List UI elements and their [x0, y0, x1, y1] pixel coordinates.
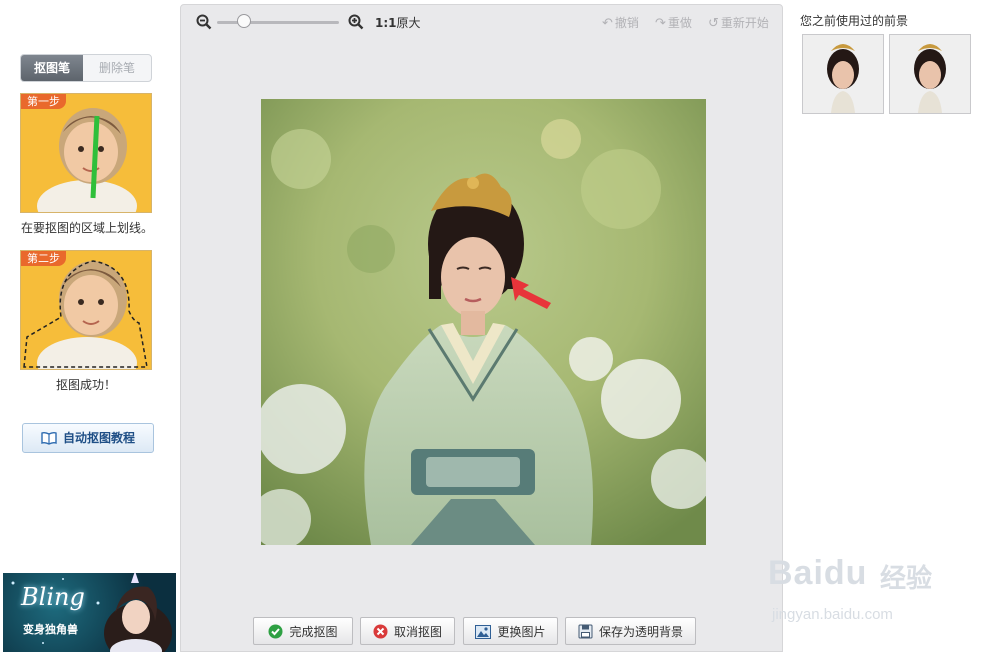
watermark-url: jingyan.baidu.com: [772, 606, 893, 623]
image-icon: [475, 625, 492, 639]
step2-text: 抠图成功！: [56, 378, 117, 392]
undo-label: 撤销: [614, 16, 639, 30]
watermark-cn: 经验: [880, 564, 933, 594]
original-size-label: 原大: [396, 16, 421, 30]
original-size-ratio: 1:1: [375, 16, 397, 30]
step2-badge: 第二步: [21, 251, 66, 266]
original-size-button[interactable]: 1:1原大: [375, 14, 421, 31]
previous-foregrounds-title: 您之前使用过的前景: [800, 14, 909, 28]
previous-foreground-thumbnail[interactable]: [802, 34, 884, 114]
watermark-logo: Baidu: [768, 554, 868, 592]
finish-cutout-button[interactable]: 完成抠图: [253, 617, 353, 645]
redo-label: 重做: [667, 16, 692, 30]
save-transparent-button[interactable]: 保存为透明背景: [565, 617, 696, 645]
left-panel: 抠图笔 删除笔 第一步 在要抠图的区域上划线。 第二步 抠图成功！ 自动抠图教程…: [0, 0, 180, 652]
zoom-slider-track[interactable]: [217, 21, 339, 24]
change-image-button[interactable]: 更换图片: [463, 617, 558, 645]
ad-banner[interactable]: Bling 变身独角兽: [3, 573, 176, 652]
tutorial-button-label: 自动抠图教程: [62, 431, 135, 445]
zoom-slider-handle[interactable]: [236, 14, 251, 28]
ad-title: Bling: [21, 583, 85, 611]
zoom-in-icon[interactable]: [348, 14, 364, 30]
step2-illustration: 第二步: [20, 250, 152, 370]
baidu-jingyan-watermark: Baidu 经验 jingyan.baidu.com: [768, 548, 988, 628]
check-icon: [268, 624, 283, 639]
undo-button[interactable]: ↶ 撤销: [602, 14, 639, 31]
book-icon: [41, 431, 57, 445]
restart-icon: ↺: [708, 16, 719, 31]
photo-canvas[interactable]: [261, 99, 706, 545]
workspace: 1:1原大 ↶ 撤销 ↷ 重做 ↺ 重新开始 完成抠图 取消抠图 更换图片 保存…: [180, 4, 783, 652]
cancel-cutout-label: 取消抠图: [393, 625, 442, 639]
step1-text: 在要抠图的区域上划线。: [21, 221, 154, 235]
save-transparent-label: 保存为透明背景: [598, 625, 683, 639]
brush-toggle: 抠图笔 删除笔: [20, 54, 152, 82]
previous-foreground-thumbnail[interactable]: [889, 34, 971, 114]
redo-icon: ↷: [655, 16, 666, 31]
zoom-out-icon[interactable]: [196, 14, 212, 30]
cancel-icon: [373, 624, 388, 639]
step1-badge: 第一步: [21, 94, 66, 109]
save-icon: [578, 624, 593, 639]
erase-brush-tab[interactable]: 删除笔: [83, 55, 151, 81]
cutout-brush-tab[interactable]: 抠图笔: [21, 55, 83, 81]
cancel-cutout-button[interactable]: 取消抠图: [360, 617, 455, 645]
restart-button[interactable]: ↺ 重新开始: [708, 14, 769, 31]
redo-button[interactable]: ↷ 重做: [655, 14, 692, 31]
restart-label: 重新开始: [720, 16, 769, 30]
ad-subtitle: 变身独角兽: [23, 623, 78, 636]
auto-cutout-tutorial-button[interactable]: 自动抠图教程: [22, 423, 154, 453]
finish-cutout-label: 完成抠图: [289, 625, 338, 639]
change-image-label: 更换图片: [497, 625, 546, 639]
undo-icon: ↶: [602, 16, 613, 31]
step1-illustration: 第一步: [20, 93, 152, 213]
